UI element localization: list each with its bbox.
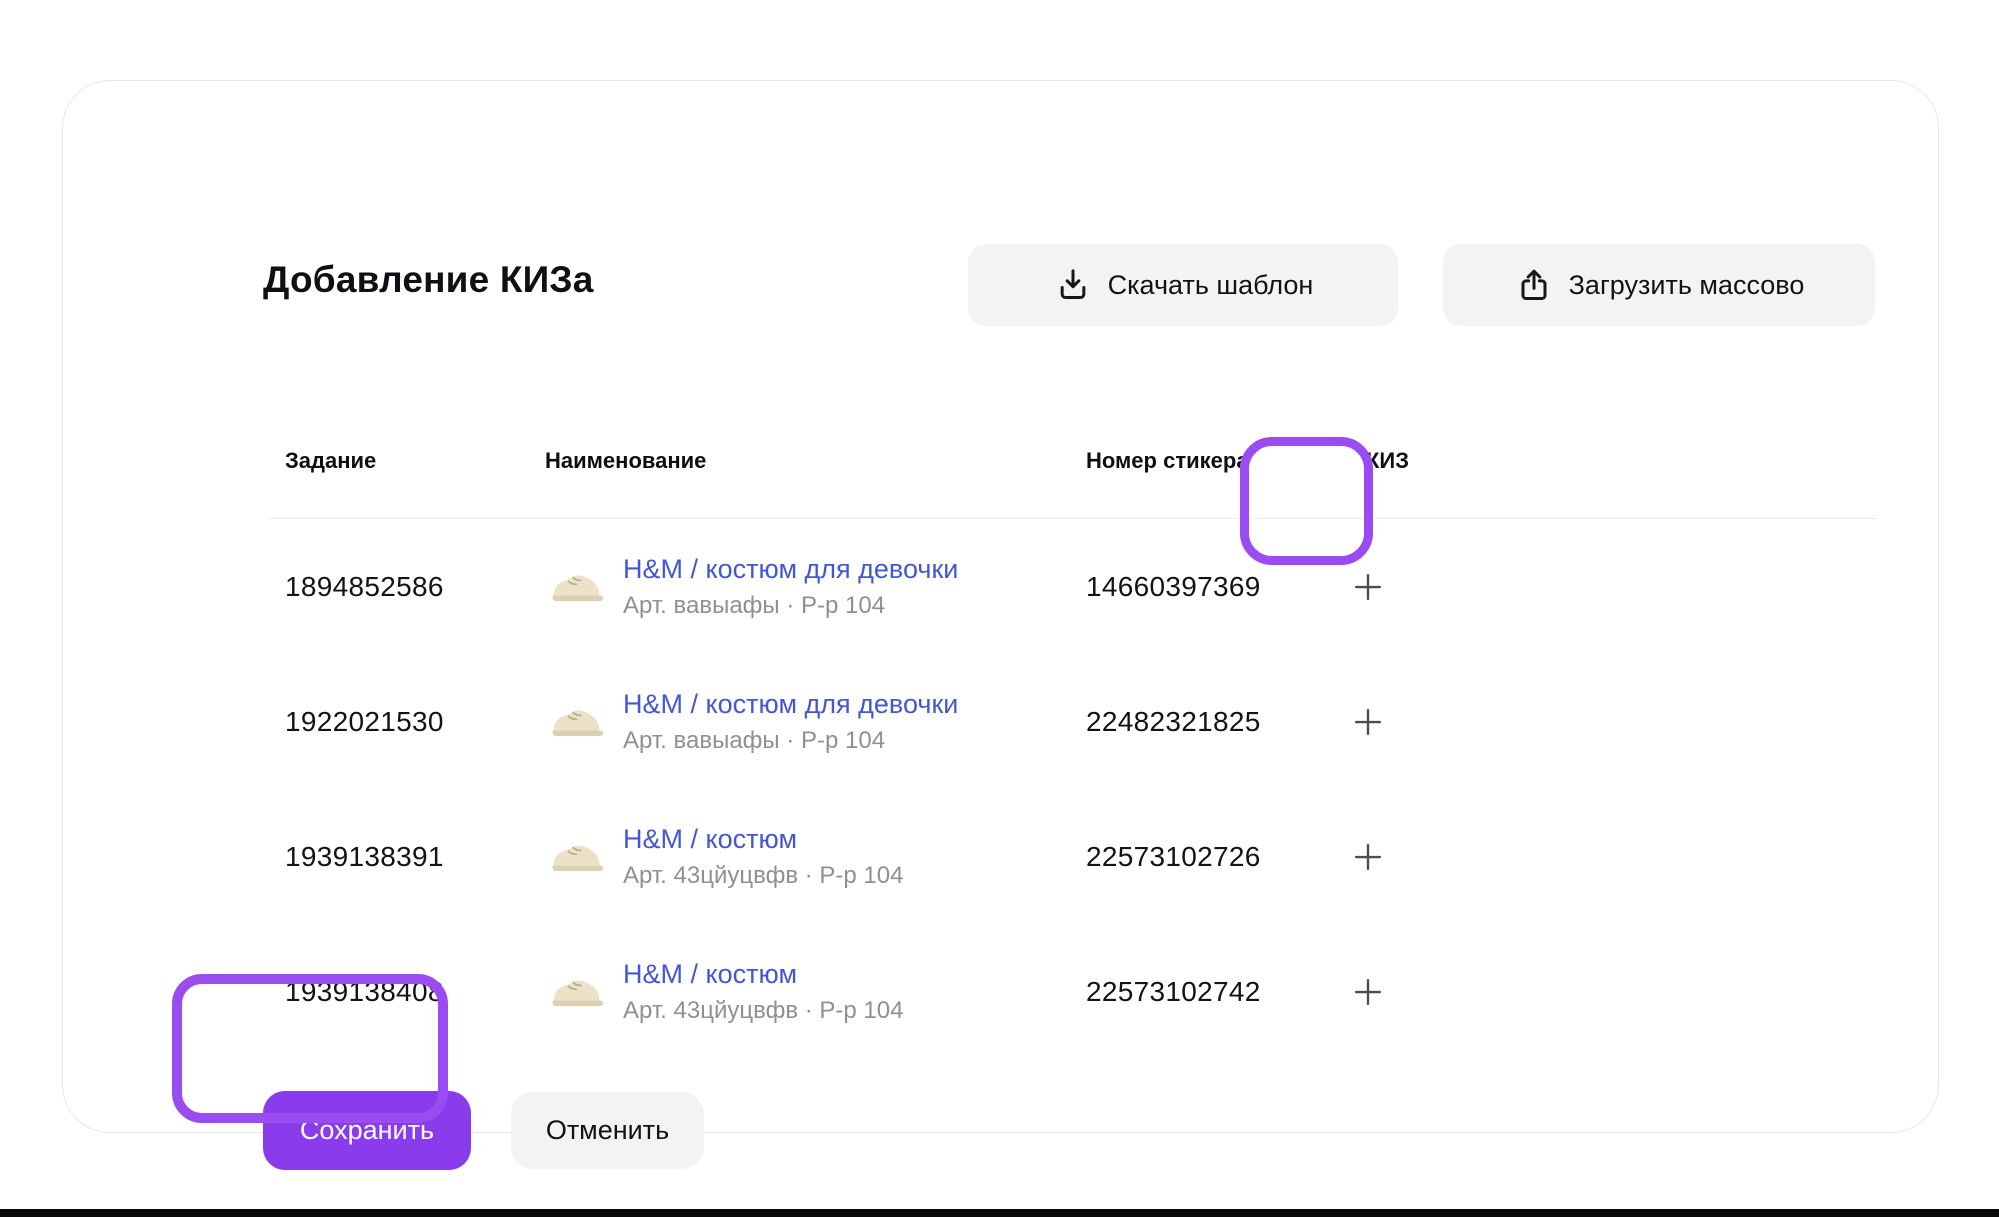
sticker-number: 22573102742 xyxy=(1086,976,1366,1008)
task-number: 1922021530 xyxy=(285,706,545,738)
header-task: Задание xyxy=(285,436,545,474)
download-icon xyxy=(1053,265,1093,305)
product-cell: H&M / костюм Арт. 43цйуцвфв · Р-р 104 xyxy=(545,824,1086,890)
product-meta: Арт. 43цйуцвфв · Р-р 104 xyxy=(623,862,903,890)
save-button[interactable]: Сохранить xyxy=(263,1091,471,1170)
task-number: 1894852586 xyxy=(285,571,545,603)
product-cell: H&M / костюм Арт. 43цйуцвфв · Р-р 104 xyxy=(545,959,1086,1025)
header-sticker: Номер стикера xyxy=(1086,436,1366,474)
bulk-upload-button[interactable]: Загрузить массово xyxy=(1443,244,1875,326)
product-cell: H&M / костюм для девочки Арт. вавыафы · … xyxy=(545,689,1086,755)
plus-icon xyxy=(1349,973,1387,1011)
sticker-number: 22482321825 xyxy=(1086,706,1366,738)
product-link[interactable]: H&M / костюм xyxy=(623,959,903,990)
table-row: 1939138408 H&M / костюм Арт. 43цйуцвфв ·… xyxy=(268,924,1878,1059)
kiz-cell xyxy=(1366,968,1414,1016)
table-header-row: Задание Наименование Номер стикера КИЗ xyxy=(268,436,1878,519)
sneakers-image xyxy=(546,698,606,746)
product-meta: Арт. 43цйуцвфв · Р-р 104 xyxy=(623,997,903,1025)
kiz-cell xyxy=(1366,698,1414,746)
sticker-number: 22573102726 xyxy=(1086,841,1366,873)
table-row: 1922021530 H&M / костюм для девочки Арт.… xyxy=(268,654,1878,789)
product-text: H&M / костюм Арт. 43цйуцвфв · Р-р 104 xyxy=(623,824,903,890)
screen: Добавление КИЗа Скачать шаблон Загрузить… xyxy=(0,0,1999,1217)
product-thumbnail xyxy=(545,691,607,753)
kiz-cell xyxy=(1366,833,1414,881)
product-thumbnail xyxy=(545,961,607,1023)
bulk-upload-label: Загрузить массово xyxy=(1569,270,1805,301)
download-template-label: Скачать шаблон xyxy=(1108,270,1314,301)
sneakers-image xyxy=(546,968,606,1016)
kiz-cell xyxy=(1366,563,1414,611)
product-cell: H&M / костюм для девочки Арт. вавыафы · … xyxy=(545,554,1086,620)
add-kiz-button[interactable] xyxy=(1344,968,1392,1016)
download-template-button[interactable]: Скачать шаблон xyxy=(968,244,1398,326)
header-name: Наименование xyxy=(545,436,1086,474)
kiz-table: Задание Наименование Номер стикера КИЗ 1… xyxy=(268,436,1878,1059)
product-text: H&M / костюм для девочки Арт. вавыафы · … xyxy=(623,554,958,620)
task-number: 1939138408 xyxy=(285,976,545,1008)
bottom-edge-bar xyxy=(0,1209,1999,1217)
product-thumbnail xyxy=(545,826,607,888)
page-title: Добавление КИЗа xyxy=(263,259,594,301)
add-kiz-button[interactable] xyxy=(1344,563,1392,611)
table-row: 1939138391 H&M / костюм Арт. 43цйуцвфв ·… xyxy=(268,789,1878,924)
product-text: H&M / костюм Арт. 43цйуцвфв · Р-р 104 xyxy=(623,959,903,1025)
table-row: 1894852586 H&M / костюм для девочки Арт.… xyxy=(268,519,1878,654)
product-link[interactable]: H&M / костюм для девочки xyxy=(623,554,958,585)
plus-icon xyxy=(1349,838,1387,876)
add-kiz-modal-card: Добавление КИЗа Скачать шаблон Загрузить… xyxy=(62,80,1939,1133)
product-link[interactable]: H&M / костюм xyxy=(623,824,903,855)
task-number: 1939138391 xyxy=(285,841,545,873)
plus-icon xyxy=(1349,568,1387,606)
product-thumbnail xyxy=(545,556,607,618)
product-link[interactable]: H&M / костюм для девочки xyxy=(623,689,958,720)
cancel-button[interactable]: Отменить xyxy=(511,1092,704,1169)
add-kiz-button[interactable] xyxy=(1344,833,1392,881)
plus-icon xyxy=(1349,703,1387,741)
sneakers-image xyxy=(546,563,606,611)
header-kiz: КИЗ xyxy=(1366,436,1878,474)
product-meta: Арт. вавыафы · Р-р 104 xyxy=(623,592,958,620)
product-meta: Арт. вавыафы · Р-р 104 xyxy=(623,727,958,755)
product-text: H&M / костюм для девочки Арт. вавыафы · … xyxy=(623,689,958,755)
upload-icon xyxy=(1514,265,1554,305)
sticker-number: 14660397369 xyxy=(1086,571,1366,603)
add-kiz-button[interactable] xyxy=(1344,698,1392,746)
sneakers-image xyxy=(546,833,606,881)
